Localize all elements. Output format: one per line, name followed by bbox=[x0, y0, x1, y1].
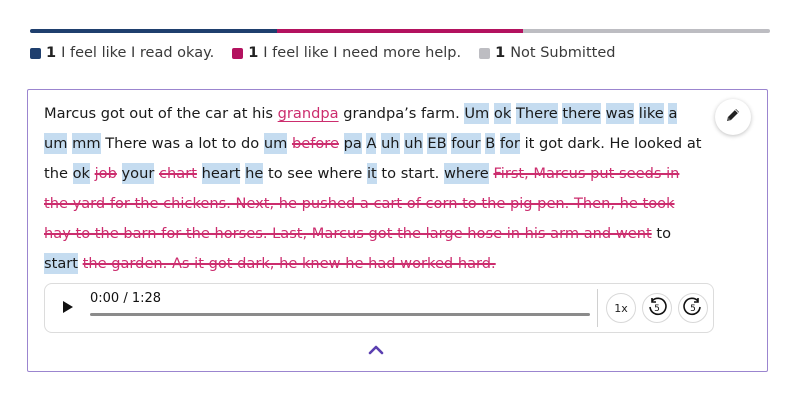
passage-word: dark. bbox=[567, 135, 605, 152]
chevron-up-icon bbox=[368, 340, 384, 359]
svg-text:5: 5 bbox=[654, 304, 660, 314]
play-button[interactable] bbox=[57, 297, 79, 319]
omitted-word: job bbox=[94, 165, 117, 182]
pencil-icon bbox=[725, 107, 741, 127]
passage-word: of bbox=[157, 105, 172, 122]
inserted-word: he bbox=[245, 163, 264, 184]
passage-word: got bbox=[538, 135, 563, 152]
player-divider bbox=[597, 289, 598, 327]
playback-speed-button[interactable]: 1x bbox=[606, 293, 636, 323]
inserted-word: it bbox=[366, 163, 377, 184]
passage-word: to bbox=[381, 165, 397, 182]
passage-word: got bbox=[100, 105, 125, 122]
edit-button[interactable] bbox=[715, 99, 751, 135]
inserted-word: heart bbox=[201, 163, 241, 184]
rewind-5-icon: 5 bbox=[646, 296, 668, 321]
rewind-5-button[interactable]: 5 bbox=[642, 293, 672, 323]
legend-label: Not Submitted bbox=[510, 45, 616, 61]
progress-segment-need-help bbox=[276, 29, 524, 33]
passage-word: There bbox=[105, 135, 147, 152]
submission-progress-bar bbox=[30, 29, 770, 33]
passage-word: farm. bbox=[421, 105, 460, 122]
inserted-word: There bbox=[515, 103, 558, 124]
inserted-word: like bbox=[638, 103, 664, 124]
passage-word: it bbox=[524, 135, 535, 152]
legend-item-need-help: 1 I feel like I need more help. bbox=[232, 45, 461, 61]
playback-time: 0:00 / 1:28 bbox=[90, 291, 162, 306]
legend-count: 1 bbox=[495, 45, 506, 61]
passage-word: grandpa’s bbox=[343, 105, 417, 122]
inserted-word: B bbox=[485, 133, 496, 154]
passage-word: the bbox=[44, 165, 68, 182]
inserted-word: uh bbox=[381, 133, 400, 154]
passage-word: at bbox=[686, 135, 702, 152]
legend-item-read-okay: 1 I feel like I read okay. bbox=[30, 45, 214, 61]
inserted-word: Um bbox=[464, 103, 490, 124]
passage-word: looked bbox=[634, 135, 683, 152]
passage-word: to bbox=[268, 165, 283, 182]
inserted-word: ok bbox=[493, 103, 512, 124]
passage-word: car bbox=[205, 105, 229, 122]
inserted-word: um bbox=[263, 133, 288, 154]
inserted-word: four bbox=[451, 133, 481, 154]
passage-word: at bbox=[232, 105, 248, 122]
passage-word: out bbox=[129, 105, 154, 122]
inserted-word: um bbox=[44, 133, 68, 154]
legend-swatch-not-submitted bbox=[479, 47, 491, 59]
legend-item-not-submitted: 1 Not Submitted bbox=[479, 45, 615, 61]
progress-segment-not-submitted bbox=[523, 29, 770, 33]
passage-word: do bbox=[241, 135, 260, 152]
inserted-word: ok bbox=[72, 163, 90, 184]
inserted-word: your bbox=[121, 163, 155, 184]
inserted-word: a bbox=[668, 103, 678, 124]
inserted-word: where bbox=[443, 163, 489, 184]
forward-5-button[interactable]: 5 bbox=[678, 293, 708, 323]
collapse-button[interactable] bbox=[366, 342, 386, 356]
passage-word: a bbox=[184, 135, 194, 152]
passage-word: where bbox=[317, 165, 363, 182]
inserted-word: EB bbox=[427, 133, 447, 154]
omitted-word: chart bbox=[158, 165, 197, 182]
passage-word: He bbox=[609, 135, 630, 152]
submission-legend: 1 I feel like I read okay. 1 I feel like… bbox=[30, 45, 633, 61]
passage-word: his bbox=[252, 105, 273, 122]
inserted-word: A bbox=[366, 133, 377, 154]
legend-count: 1 bbox=[46, 45, 57, 61]
legend-swatch-read-okay bbox=[30, 47, 41, 59]
passage-word: the bbox=[176, 105, 201, 122]
passage-word: to bbox=[656, 225, 671, 242]
passage-word: to bbox=[221, 135, 237, 152]
passage-word: was bbox=[151, 135, 181, 152]
legend-label: I feel like I need more help. bbox=[263, 45, 462, 61]
audio-player: 0:00 / 1:28 1x 5 5 bbox=[44, 283, 714, 333]
legend-label: I feel like I read okay. bbox=[61, 45, 215, 61]
play-icon bbox=[62, 299, 74, 318]
inserted-word: for bbox=[499, 133, 520, 154]
omitted-word: the garden. As it got dark, he knew he h… bbox=[82, 255, 496, 272]
passage-word: start. bbox=[400, 165, 440, 182]
annotated-passage: Marcus got out of the car at his grandpa… bbox=[44, 99, 704, 279]
playback-scrubber[interactable] bbox=[90, 313, 590, 316]
passage-word: see bbox=[287, 165, 313, 182]
inserted-word: was bbox=[605, 103, 635, 124]
svg-text:5: 5 bbox=[690, 304, 696, 314]
passage-word: Marcus bbox=[44, 105, 97, 122]
inserted-word: there bbox=[562, 103, 601, 124]
inserted-word: uh bbox=[404, 133, 423, 154]
substituted-word: grandpa bbox=[277, 105, 339, 122]
legend-swatch-need-help bbox=[232, 47, 244, 59]
reading-submission-card: Marcus got out of the car at his grandpa… bbox=[27, 89, 768, 372]
inserted-word: mm bbox=[72, 133, 101, 154]
speed-label: 1x bbox=[614, 301, 628, 315]
omitted-word: before bbox=[291, 135, 339, 152]
forward-5-icon: 5 bbox=[682, 296, 704, 321]
inserted-word: pa bbox=[343, 133, 362, 154]
passage-word: lot bbox=[198, 135, 218, 152]
progress-segment-read-okay bbox=[30, 29, 277, 33]
inserted-word: start bbox=[44, 253, 78, 274]
legend-count: 1 bbox=[248, 45, 259, 61]
